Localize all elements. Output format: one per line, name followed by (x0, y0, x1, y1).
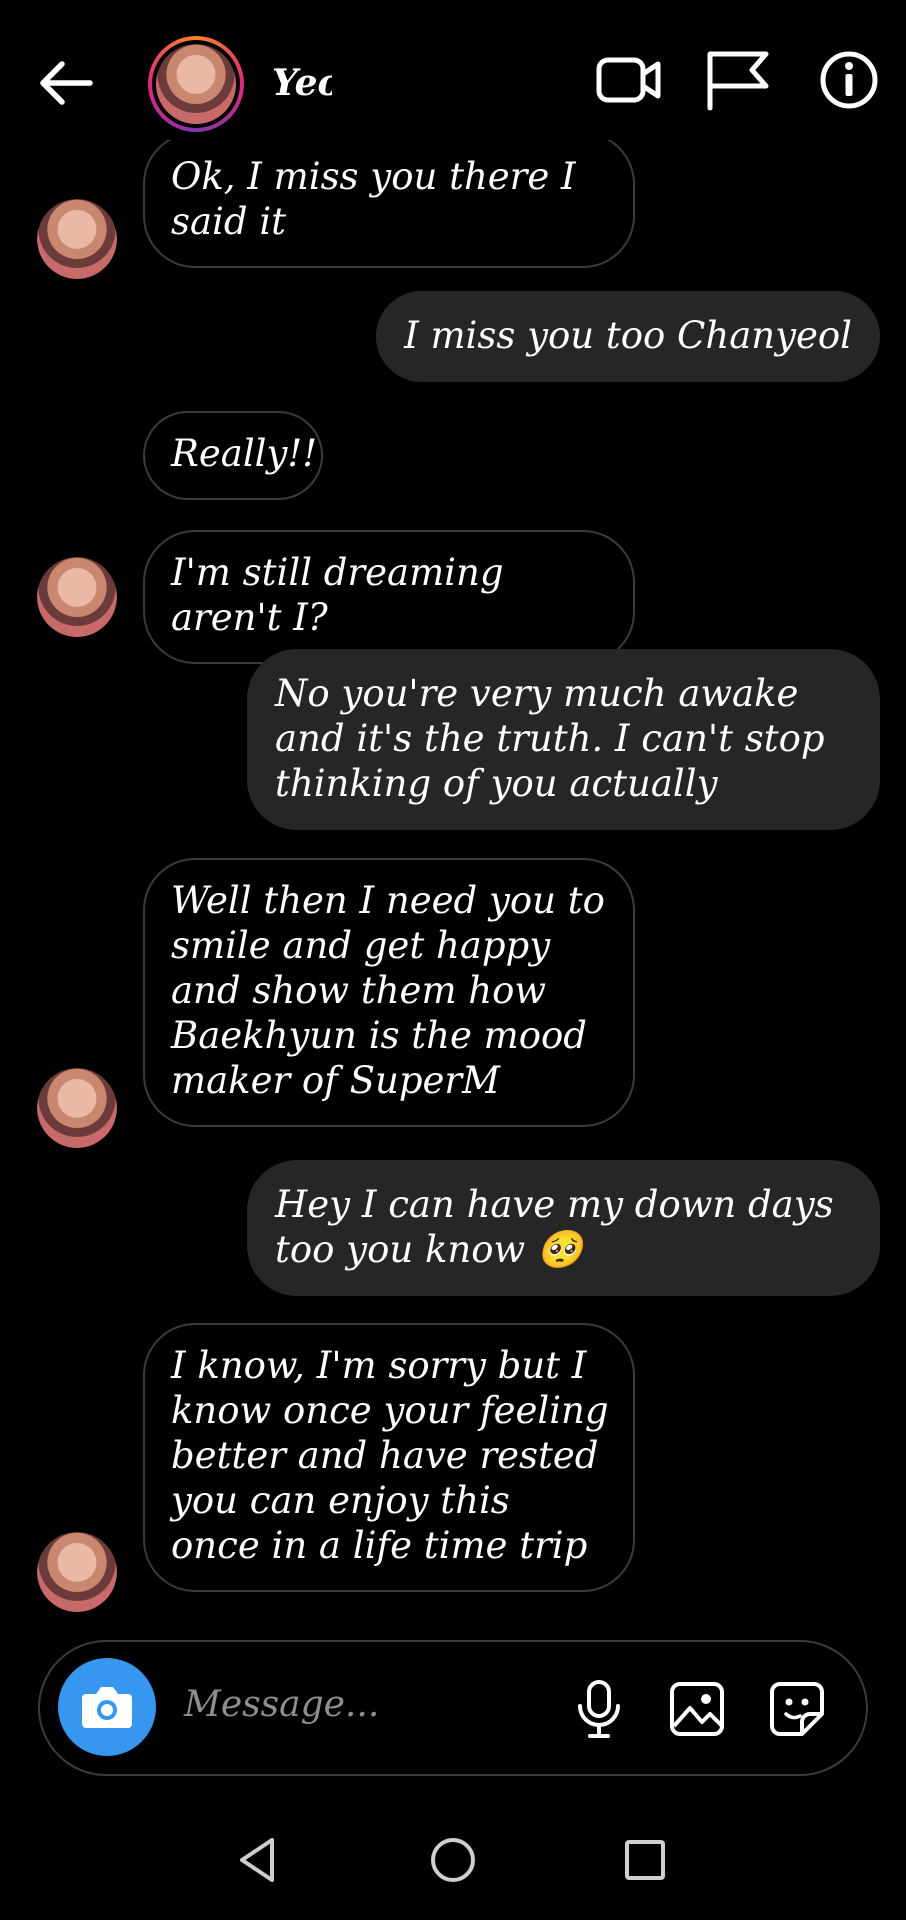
camera-icon (82, 1687, 132, 1728)
outgoing-message[interactable]: Hey I can have my down days too you know… (247, 1160, 880, 1296)
incoming-message[interactable]: Ok, I miss you there I said it (143, 140, 635, 268)
outgoing-message[interactable]: No you're very much awake and it's the t… (247, 649, 880, 830)
microphone-icon[interactable] (568, 1678, 630, 1740)
gallery-icon[interactable] (666, 1678, 728, 1740)
system-navigation-bar (0, 1830, 906, 1920)
outgoing-message[interactable]: I miss you too Chanyeol (376, 291, 880, 382)
incoming-message[interactable]: I'm still dreaming aren't I? (143, 530, 635, 664)
contact-name[interactable]: Yeol (272, 62, 332, 104)
flag-icon[interactable] (702, 48, 772, 112)
incoming-message[interactable]: Well then I need you to smile and get ha… (143, 858, 635, 1127)
message-input[interactable]: Message... (184, 1684, 379, 1725)
back-arrow-icon[interactable] (36, 58, 94, 108)
header-avatar[interactable] (148, 36, 244, 132)
contact-avatar (37, 199, 117, 279)
contact-avatar (37, 1068, 117, 1148)
nav-home-icon[interactable] (423, 1830, 483, 1890)
chat-header: Yeol (0, 0, 906, 150)
nav-recents-icon[interactable] (615, 1830, 675, 1890)
incoming-message[interactable]: Really!! (143, 411, 323, 500)
sticker-icon[interactable] (766, 1678, 828, 1740)
nav-back-icon[interactable] (228, 1830, 288, 1890)
contact-avatar (37, 1532, 117, 1612)
contact-avatar (37, 557, 117, 637)
avatar-image (156, 44, 236, 124)
camera-button[interactable] (58, 1658, 156, 1756)
info-icon[interactable] (814, 48, 884, 112)
message-thread[interactable]: Ok, I miss you there I said it I miss yo… (0, 140, 906, 1630)
incoming-message[interactable]: I know, I'm sorry but I know once your f… (143, 1323, 635, 1592)
message-composer[interactable]: Message... (38, 1640, 868, 1776)
video-call-icon[interactable] (594, 48, 664, 112)
